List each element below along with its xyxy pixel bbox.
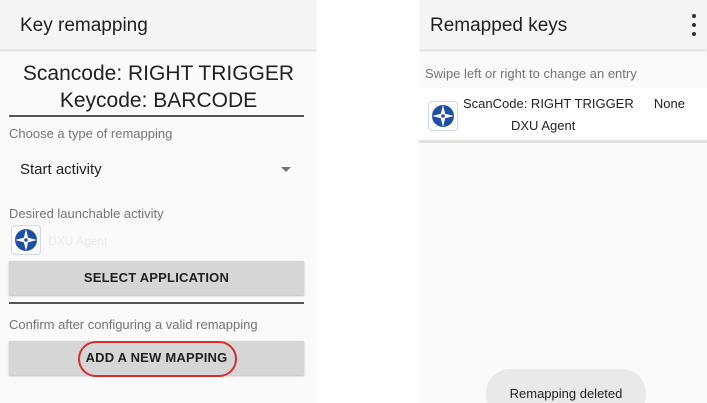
confirm-caption: Confirm after configuring a valid remapp… xyxy=(9,317,258,332)
divider xyxy=(9,115,304,117)
scancode-label: Scancode: RIGHT TRIGGER xyxy=(22,62,295,85)
activity-caption: Desired launchable activity xyxy=(9,206,164,221)
dxu-agent-compass-icon xyxy=(11,225,41,255)
swipe-hint: Swipe left or right to change an entry xyxy=(425,66,637,81)
remapped-key-entry[interactable]: ScanCode: RIGHT TRIGGER None DXU Agent xyxy=(419,88,707,143)
entry-scancode: ScanCode: RIGHT TRIGGER xyxy=(463,96,634,111)
select-application-button[interactable]: SELECT APPLICATION xyxy=(9,261,304,295)
key-remapping-screen: Key remapping Scancode: RIGHT TRIGGER Ke… xyxy=(0,0,317,403)
remapped-keys-screen: Remapped keys Swipe left or right to cha… xyxy=(419,0,707,403)
divider xyxy=(9,302,304,304)
entry-keycode: None xyxy=(653,96,685,111)
entry-app-name: DXU Agent xyxy=(511,118,576,133)
app-bar: Remapped keys xyxy=(419,0,707,50)
toast-message: Remapping deleted xyxy=(486,369,646,403)
keycode-label: Keycode: BARCODE xyxy=(59,89,258,112)
remapping-type-dropdown[interactable]: Start activity xyxy=(9,152,304,186)
activity-name-label: DXU Agent xyxy=(48,234,108,248)
overflow-menu-icon[interactable] xyxy=(687,14,701,36)
app-bar: Key remapping xyxy=(0,0,317,50)
remapping-type-caption: Choose a type of remapping xyxy=(9,126,173,141)
page-title: Remapped keys xyxy=(430,15,568,36)
dropdown-arrow-icon xyxy=(281,167,291,172)
dxu-agent-compass-icon xyxy=(428,101,458,131)
add-new-mapping-button[interactable]: ADD A NEW MAPPING xyxy=(9,341,304,375)
page-title: Key remapping xyxy=(20,15,148,36)
remapping-type-value: Start activity xyxy=(20,161,102,178)
